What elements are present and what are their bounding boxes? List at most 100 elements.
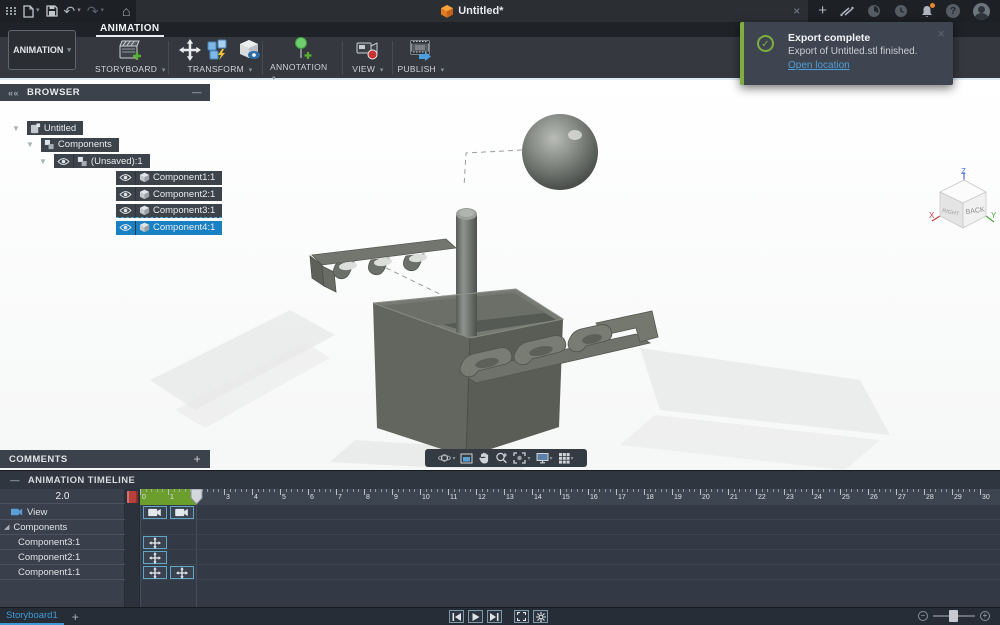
collapse-caret-icon[interactable]: ◢ — [4, 523, 9, 531]
expand-caret-icon[interactable]: ▼ — [39, 157, 47, 166]
browser-item-component41[interactable]: Component4:1 — [62, 220, 223, 235]
timeline-action-camera[interactable] — [142, 506, 167, 519]
timeline-minimize-icon[interactable]: — — [0, 475, 28, 486]
redo-icon[interactable]: ↷ ▾ — [87, 0, 104, 22]
document-tab[interactable]: Untitled* × — [136, 0, 809, 22]
expand-caret-icon[interactable]: ▼ — [26, 140, 34, 149]
track-lane[interactable] — [140, 550, 1000, 565]
timeline-action-move[interactable] — [142, 536, 167, 549]
visibility-eye-icon[interactable] — [116, 187, 136, 202]
axis-z-label: Z — [961, 167, 966, 176]
add-storyboard-icon[interactable]: + — [64, 610, 87, 624]
browser-item-components[interactable]: ▼ Components — [0, 137, 119, 152]
job-status-icon[interactable] — [840, 6, 854, 17]
save-icon[interactable] — [45, 5, 58, 17]
view-cube[interactable]: Z X Y RIGHT BACK — [928, 166, 998, 236]
track-lane[interactable] — [140, 520, 1000, 535]
display-settings-icon[interactable]: ▾ — [536, 452, 553, 464]
new-tab-icon[interactable]: + — [818, 0, 827, 22]
browser-item-component11[interactable]: Component1:1 — [62, 170, 223, 185]
pan-icon[interactable] — [478, 452, 490, 464]
fit-timeline-button[interactable] — [514, 610, 529, 623]
fit-icon[interactable]: ▾ — [513, 452, 531, 464]
close-tab-icon[interactable]: × — [793, 4, 800, 18]
timeline-action-move[interactable] — [142, 551, 167, 564]
publish-group[interactable]: PUBLISH ▾ — [396, 37, 446, 78]
user-avatar[interactable] — [973, 2, 990, 20]
document-icon — [27, 121, 44, 135]
help-icon[interactable]: ? — [946, 4, 960, 18]
recent-clock-icon[interactable] — [894, 4, 908, 18]
view-camera-icon — [356, 42, 378, 60]
scratch-zone-icon[interactable] — [127, 491, 138, 503]
notification-close-icon[interactable]: × — [937, 26, 945, 41]
timeline-row-component31[interactable]: Component3:1 — [0, 535, 125, 550]
visibility-eye-icon[interactable] — [116, 170, 136, 185]
viewport-3d[interactable]: Z X Y RIGHT BACK — [0, 80, 1000, 470]
orbit-icon[interactable]: ▾ — [438, 452, 455, 464]
browser-item-component31[interactable]: Component3:1 — [62, 204, 223, 218]
zoom-icon[interactable] — [495, 452, 508, 464]
look-at-icon[interactable] — [460, 453, 473, 464]
home-icon[interactable]: ⌂ — [122, 0, 130, 22]
timeline-ruler[interactable]: 0123456789101112131415161718192021222324… — [140, 489, 1000, 505]
model-untitled[interactable] — [0, 80, 1000, 470]
file-menu-icon[interactable]: ▾ — [23, 0, 40, 22]
timeline-row-view[interactable]: View — [0, 505, 125, 520]
component-sphere[interactable] — [522, 114, 598, 190]
extensions-icon[interactable] — [867, 4, 881, 18]
timeline-action-camera[interactable] — [169, 506, 195, 519]
tab-storyboard1[interactable]: Storyboard1 — [0, 608, 64, 625]
add-comment-icon[interactable]: + — [194, 452, 201, 466]
visibility-eye-icon[interactable] — [116, 204, 136, 217]
track-lane[interactable] — [140, 505, 1000, 520]
track-lane[interactable] — [140, 565, 1000, 580]
timeline-row-components[interactable]: ◢ Components — [0, 520, 125, 535]
browser-item-unsaved1[interactable]: ▼ (Unsaved):1 — [0, 154, 150, 169]
playhead-marker[interactable] — [190, 489, 203, 505]
component-rod[interactable] — [456, 208, 477, 336]
browser-item-untitled[interactable]: ▼ Untitled — [0, 121, 84, 135]
timeline-zoom-in-button[interactable]: + — [980, 611, 990, 621]
visibility-eye-icon[interactable] — [54, 154, 74, 169]
zoom-slider-handle[interactable] — [949, 610, 958, 622]
storyboard-bar: Storyboard1 + − + — [0, 607, 1000, 625]
visibility-eye-icon[interactable] — [116, 220, 136, 235]
timeline-settings-button[interactable] — [533, 610, 548, 623]
timeline-title: ANIMATION TIMELINE — [27, 474, 136, 486]
go-to-start-button[interactable] — [449, 610, 464, 623]
grid-layout-icon[interactable]: ▾ — [558, 452, 574, 464]
components-icon — [41, 138, 58, 152]
go-to-end-button[interactable] — [487, 610, 502, 623]
current-time-display[interactable]: 2.0 — [0, 489, 125, 504]
timeline-zoom-slider[interactable] — [933, 610, 975, 622]
transform-group[interactable]: TRANSFORM ▾ — [175, 37, 265, 78]
cube-icon — [136, 221, 153, 235]
timeline-action-move[interactable] — [142, 566, 167, 579]
comments-panel[interactable]: COMMENTS + — [0, 450, 210, 468]
annotation-group[interactable]: ANNOTATION ▾ — [270, 37, 335, 82]
expand-caret-icon[interactable]: ▼ — [12, 124, 20, 133]
timeline-row-component21[interactable]: Component2:1 — [0, 550, 125, 565]
browser-item-component21[interactable]: Component2:1 — [62, 187, 223, 202]
workspace-selector[interactable]: ANIMATION ▾ — [8, 30, 76, 70]
track-label: Component3:1 — [18, 536, 81, 548]
timeline-zoom-out-button[interactable]: − — [918, 611, 928, 621]
browser-minimize-icon[interactable]: — — [192, 87, 202, 98]
view-group[interactable]: VIEW ▾ — [347, 37, 389, 78]
storyboard-group[interactable]: STORYBOARD ▾ — [95, 37, 166, 78]
open-location-link[interactable]: Open location — [788, 60, 850, 71]
browser-collapse-icon[interactable]: «« — [8, 88, 19, 98]
app-grid-icon[interactable] — [6, 7, 17, 15]
timeline-action-move[interactable] — [169, 566, 195, 579]
notifications-bell-icon[interactable] — [921, 2, 935, 18]
timeline-row-component11[interactable]: Component1:1 — [0, 565, 125, 580]
tab-animation[interactable]: ANIMATION — [96, 22, 164, 37]
track-lane[interactable] — [140, 535, 1000, 550]
undo-icon[interactable]: ↶ ▾ — [64, 0, 81, 22]
component-comb-left[interactable] — [309, 238, 457, 293]
axis-y-label: Y — [991, 211, 997, 220]
timeline-tracks[interactable] — [140, 505, 1000, 607]
cube-icon — [136, 171, 153, 185]
play-button[interactable] — [468, 610, 483, 623]
